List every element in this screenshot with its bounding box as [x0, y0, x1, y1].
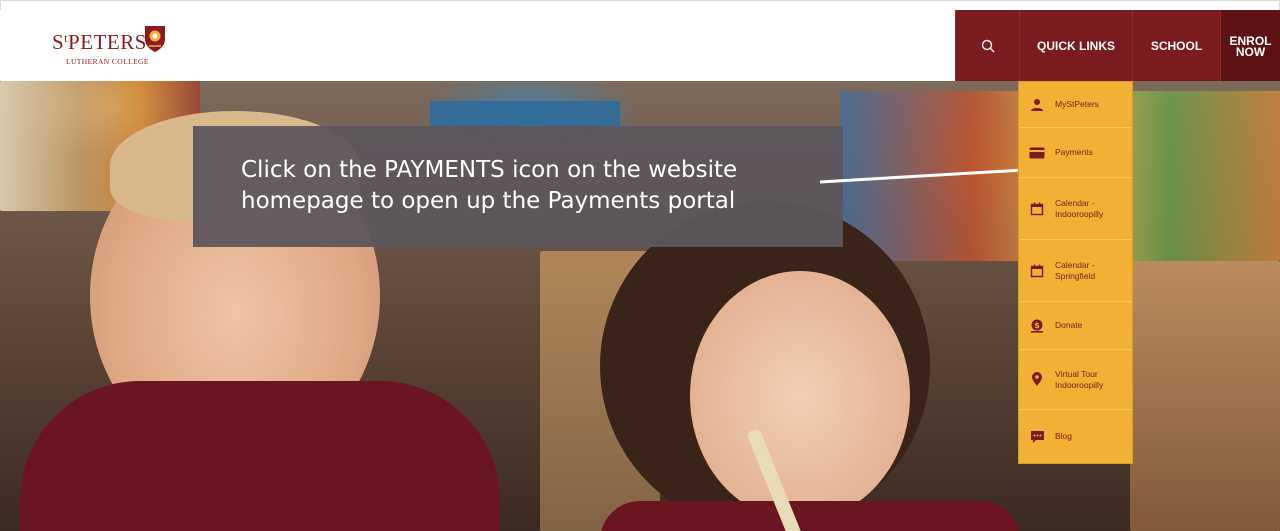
crest-icon	[145, 26, 165, 52]
quick-links-dropdown: MyStPeters Payments Calendar - Indooroop…	[1018, 81, 1133, 464]
quick-link-label: Payments	[1055, 147, 1093, 157]
svg-text:$: $	[1034, 321, 1040, 330]
calendar-icon	[1019, 264, 1055, 278]
logo-subtitle: LUTHERAN COLLEGE	[66, 57, 149, 66]
quick-link-label: Blog	[1055, 431, 1073, 441]
site-logo[interactable]: StPETERS LUTHERAN COLLEGE	[52, 24, 202, 70]
school-button[interactable]: SCHOOL	[1132, 10, 1220, 81]
quick-link-payments[interactable]: Payments	[1019, 128, 1132, 178]
quick-link-calendar-indooroopilly[interactable]: Calendar - Indooroopilly	[1019, 178, 1132, 240]
search-icon	[981, 39, 994, 52]
main-nav: QUICK LINKS SCHOOL ENROL NOW	[955, 10, 1280, 81]
quick-link-label: Donate	[1055, 320, 1083, 330]
enrol-now-button[interactable]: ENROL NOW	[1220, 10, 1280, 81]
quick-link-label: Calendar - Springfield	[1055, 259, 1096, 281]
girl-face	[690, 271, 910, 521]
girl-shirt	[600, 501, 1020, 531]
quick-link-label: MyStPeters	[1055, 99, 1099, 109]
chat-bubble-icon	[1019, 430, 1055, 444]
quick-link-calendar-springfield[interactable]: Calendar - Springfield	[1019, 240, 1132, 302]
instruction-callout: Click on the PAYMENTS icon on the websit…	[193, 126, 843, 247]
map-pin-icon	[1019, 372, 1055, 387]
quick-link-donate[interactable]: $ Donate	[1019, 302, 1132, 350]
calendar-icon	[1019, 202, 1055, 216]
quick-link-blog[interactable]: Blog	[1019, 410, 1132, 463]
credit-card-icon	[1019, 147, 1055, 159]
quick-link-label: Calendar - Indooroopilly	[1055, 197, 1104, 219]
search-button[interactable]	[955, 10, 1019, 81]
logo-wordmark: StPETERS	[52, 30, 147, 54]
person-icon	[1019, 98, 1055, 112]
boy-shirt	[20, 381, 500, 531]
instruction-text: Click on the PAYMENTS icon on the websit…	[241, 157, 738, 214]
quick-links-button[interactable]: QUICK LINKS	[1019, 10, 1132, 81]
quick-link-label: Virtual Tour Indooroopilly	[1055, 368, 1104, 390]
quick-link-mystpeters[interactable]: MyStPeters	[1019, 82, 1132, 128]
quick-link-virtual-tour[interactable]: Virtual Tour Indooroopilly	[1019, 350, 1132, 410]
site-header: StPETERS LUTHERAN COLLEGE QUICK LINKS SC…	[0, 10, 1280, 81]
dollar-coin-icon: $	[1019, 319, 1055, 333]
cabinet-right	[1130, 261, 1280, 531]
enrol-line2: NOW	[1235, 44, 1266, 59]
